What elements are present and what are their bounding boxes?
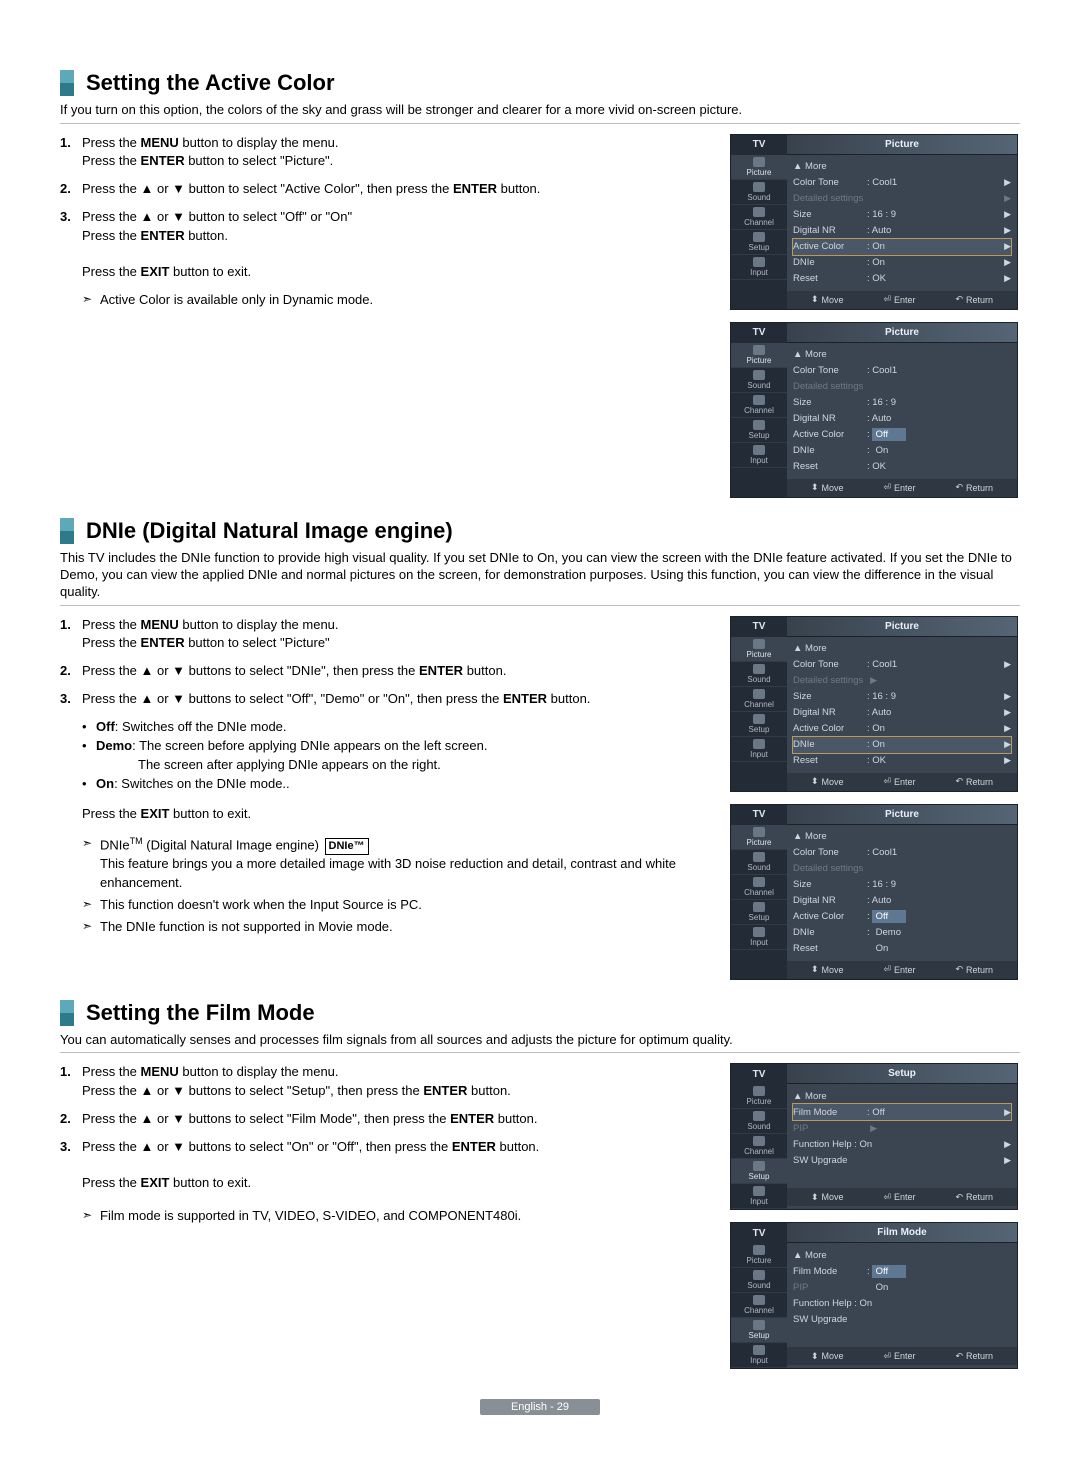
note: ➣ Film mode is supported in TV, VIDEO, S… bbox=[82, 1207, 714, 1225]
step-item: 2. Press the ▲ or ▼ buttons to select "F… bbox=[60, 1110, 714, 1128]
page-number-badge: English - 29 bbox=[480, 1399, 600, 1415]
osd-picture-dnie-options: TVPicture Picture Sound Channel Setup In… bbox=[730, 804, 1018, 980]
menu-row-active-color[interactable]: Active Color: On▶ bbox=[793, 239, 1011, 255]
section-intro: If you turn on this option, the colors o… bbox=[60, 102, 1020, 119]
divider bbox=[60, 605, 1020, 606]
divider bbox=[60, 1052, 1020, 1053]
osd-picture-menu: TVPicture Picture Sound Channel Setup In… bbox=[730, 134, 1018, 310]
sidebar-item-setup[interactable]: Setup bbox=[731, 1159, 787, 1184]
option-on[interactable]: On bbox=[872, 1281, 893, 1294]
section-title: DNIe (Digital Natural Image engine) bbox=[86, 518, 453, 544]
step-item: 3. Press the ▲ or ▼ buttons to select "O… bbox=[60, 690, 714, 708]
note-icon: ➣ bbox=[82, 291, 100, 308]
sidebar-item-setup[interactable]: Setup bbox=[731, 230, 787, 255]
exit-line: Press the EXIT button to exit. bbox=[82, 806, 714, 821]
sidebar-item-input[interactable]: Input bbox=[731, 255, 787, 280]
option-off[interactable]: Off bbox=[872, 1265, 906, 1278]
step-item: 1. Press the MENU button to display the … bbox=[60, 1063, 714, 1099]
section-intro: This TV includes the DNIe function to pr… bbox=[60, 550, 1020, 601]
osd-picture-activecolor-options: TVPicture Picture Sound Channel Setup In… bbox=[730, 322, 1018, 498]
section-accent-icon bbox=[60, 1000, 74, 1026]
dnie-badge-icon: DNIe™ bbox=[325, 838, 369, 855]
step-item: 2. Press the ▲ or ▼ button to select "Ac… bbox=[60, 180, 714, 198]
sidebar-item-channel[interactable]: Channel bbox=[731, 205, 787, 230]
divider bbox=[60, 123, 1020, 124]
osd-picture-dnie: TVPicture Picture Sound Channel Setup In… bbox=[730, 616, 1018, 792]
option-off[interactable]: Off bbox=[872, 428, 906, 441]
sidebar-item-picture[interactable]: Picture bbox=[731, 1084, 787, 1109]
note: ➣ Active Color is available only in Dyna… bbox=[82, 291, 714, 309]
section-title: Setting the Film Mode bbox=[86, 1000, 315, 1026]
note: ➣ DNIeTM (Digital Natural Image engine) … bbox=[82, 835, 714, 892]
sidebar-item-picture[interactable]: Picture bbox=[731, 155, 787, 180]
step-item: 3. Press the ▲ or ▼ buttons to select "O… bbox=[60, 1138, 714, 1193]
option-on[interactable]: On bbox=[872, 444, 893, 457]
sidebar-item-sound[interactable]: Sound bbox=[731, 180, 787, 205]
sidebar-item-channel[interactable]: Channel bbox=[731, 1134, 787, 1159]
section-intro: You can automatically senses and process… bbox=[60, 1032, 1020, 1049]
sidebar-item-input[interactable]: Input bbox=[731, 1184, 787, 1209]
note-icon: ➣ bbox=[82, 1207, 100, 1224]
section-accent-icon bbox=[60, 70, 74, 96]
note: ➣This function doesn't work when the Inp… bbox=[82, 896, 714, 914]
menu-row-film-mode[interactable]: Film Mode: Off▶ bbox=[793, 1104, 1011, 1120]
step-item: 1. Press the MENU button to display the … bbox=[60, 134, 714, 170]
step-item: 3. Press the ▲ or ▼ button to select "Of… bbox=[60, 208, 714, 281]
option-off[interactable]: Off bbox=[872, 910, 906, 923]
menu-row-dnie[interactable]: DNIe: On▶ bbox=[793, 737, 1011, 753]
option-on[interactable]: On bbox=[872, 942, 893, 955]
step-item: 1. Press the MENU button to display the … bbox=[60, 616, 714, 652]
section-title: Setting the Active Color bbox=[86, 70, 335, 96]
osd-filmmode-options: TVFilm Mode Picture Sound Channel Setup … bbox=[730, 1222, 1018, 1369]
sidebar-item-sound[interactable]: Sound bbox=[731, 1109, 787, 1134]
bullets: •Off: Switches off the DNIe mode. •Demo:… bbox=[82, 718, 714, 793]
option-demo[interactable]: Demo bbox=[872, 926, 905, 939]
step-item: 2. Press the ▲ or ▼ buttons to select "D… bbox=[60, 662, 714, 680]
osd-setup-menu: TVSetup Picture Sound Channel Setup Inpu… bbox=[730, 1063, 1018, 1210]
note: ➣The DNIe function is not supported in M… bbox=[82, 918, 714, 936]
section-accent-icon bbox=[60, 518, 74, 544]
note-icon: ➣ bbox=[82, 835, 100, 852]
